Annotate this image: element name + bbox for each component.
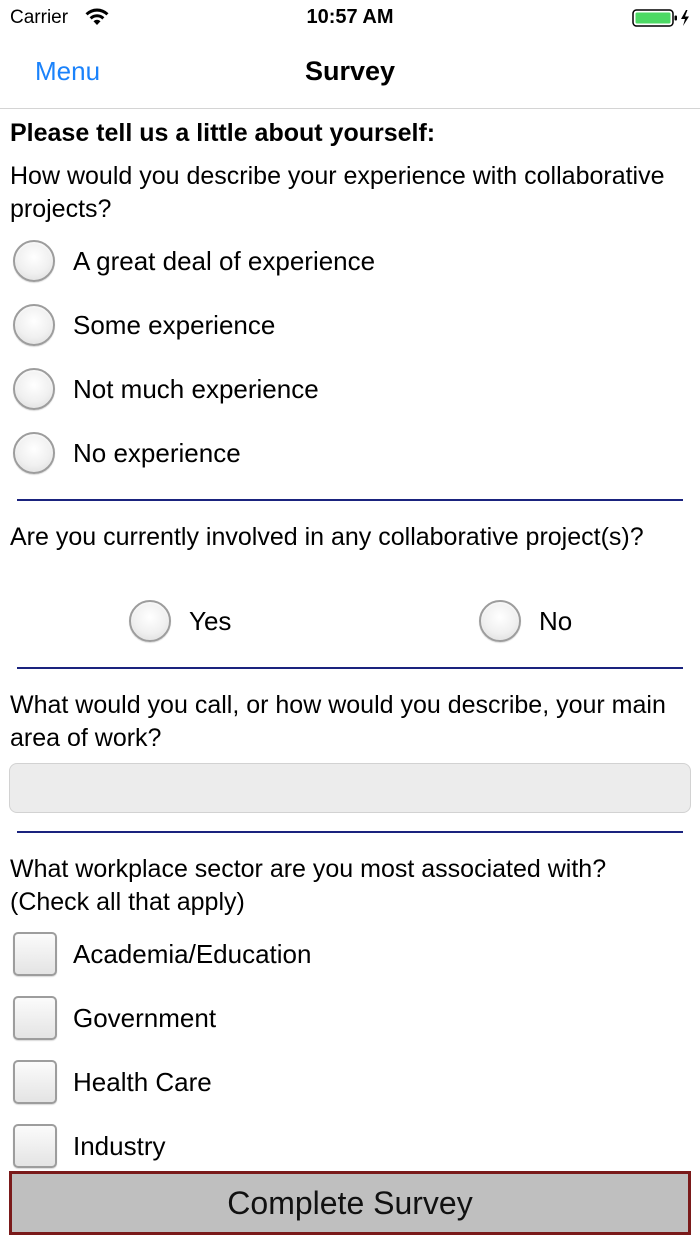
checkbox[interactable]: [13, 1124, 57, 1168]
radio-button[interactable]: [13, 304, 55, 346]
checkbox-option-label: Industry: [73, 1131, 166, 1161]
radio-button[interactable]: [479, 600, 521, 642]
page-title: Survey: [304, 56, 396, 86]
work-area-question: What would you call, or how would you de…: [10, 691, 666, 752]
section-divider: [17, 667, 683, 669]
radio-option-label: No experience: [73, 438, 241, 468]
complete-survey-button[interactable]: Complete Survey: [9, 1171, 691, 1235]
section-divider: [17, 499, 683, 501]
work-area-input[interactable]: [9, 763, 691, 813]
menu-button[interactable]: Menu: [35, 56, 100, 87]
battery-icon: [632, 9, 689, 27]
radio-option-label: Not much experience: [73, 374, 319, 404]
status-bar: Carrier 10:57 AM: [0, 0, 700, 36]
checkbox-option-label: Government: [73, 1003, 217, 1033]
status-time: 10:57 AM: [306, 6, 394, 28]
radio-option-label: Some experience: [73, 310, 276, 340]
section-divider: [17, 831, 683, 833]
sector-question: What workplace sector are you most assoc…: [10, 855, 607, 916]
checkbox[interactable]: [13, 1060, 57, 1104]
checkbox[interactable]: [13, 932, 57, 976]
radio-button[interactable]: [13, 240, 55, 282]
charging-bolt-icon: [681, 10, 689, 26]
checkbox-option-label: Academia/Education: [73, 939, 312, 969]
survey-intro: Please tell us a little about yourself:: [10, 119, 436, 147]
radio-option-label: A great deal of experience: [73, 246, 376, 276]
navigation-bar: Survey Menu: [0, 36, 700, 109]
radio-button[interactable]: [13, 368, 55, 410]
checkbox-option-label: Health Care: [73, 1067, 212, 1097]
involvement-question: Are you currently involved in any collab…: [10, 523, 644, 551]
radio-button[interactable]: [129, 600, 171, 642]
radio-option-label: Yes: [189, 606, 232, 636]
radio-option-label: No: [539, 606, 573, 636]
experience-question: How would you describe your experience w…: [10, 162, 665, 223]
checkbox[interactable]: [13, 996, 57, 1040]
radio-button[interactable]: [13, 432, 55, 474]
